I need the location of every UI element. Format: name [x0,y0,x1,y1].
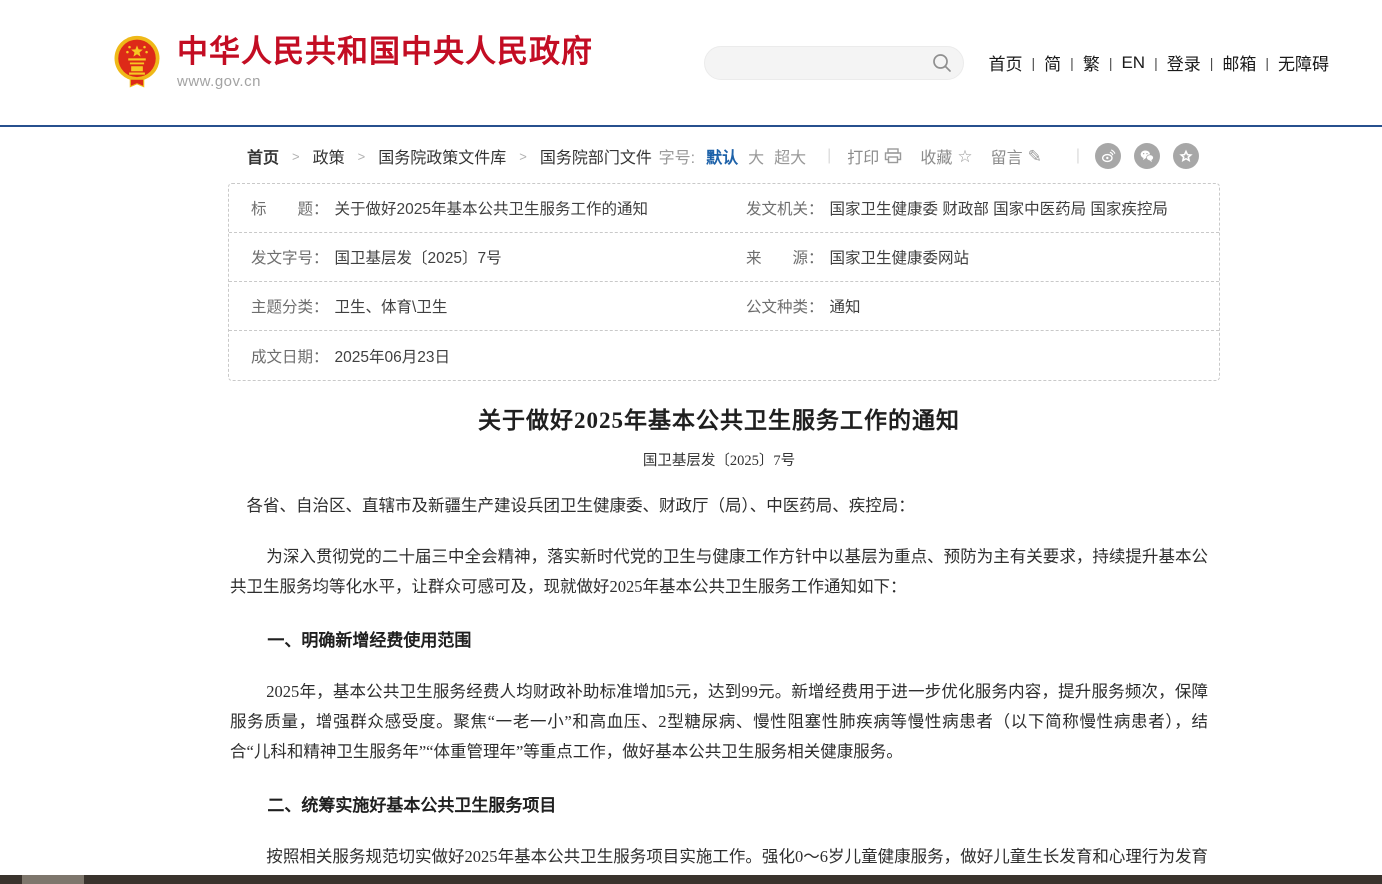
breadcrumb-separator: > [345,149,379,164]
meta-source-cell: 来 源： 国家卫生健康委网站 [724,233,1219,281]
meta-category-cell: 主题分类： 卫生、体育\卫生 [229,282,724,330]
bottom-bar-segment [22,875,84,884]
meta-row-number-source: 发文字号： 国卫基层发〔2025〕7号 来 源： 国家卫生健康委网站 [229,233,1219,282]
pencil-icon: ✎ [1028,148,1042,165]
breadcrumb: 首页 > 政策 > 国务院政策文件库 > 国务院部门文件 [247,144,652,168]
intro-paragraph: 为深入贯彻党的二十届三中全会精神，落实新时代党的卫生与健康工作方针中以基层为重点… [230,542,1208,602]
meta-row-title-agency: 标 题： 关于做好2025年基本公共卫生服务工作的通知 发文机关： 国家卫生健康… [229,184,1219,233]
meta-date-cell: 成文日期： 2025年06月23日 [229,331,724,380]
meta-title-label: 标 题： [251,197,329,219]
top-nav: 首页| 简| 繁| EN| 登录| 邮箱| 无障碍 [980,50,1338,75]
meta-empty-cell [724,331,1219,380]
meta-date-value: 2025年06月23日 [335,345,450,367]
breadcrumb-separator: > [506,149,540,164]
comment-label: 留言 [991,144,1023,168]
meta-row-category-type: 主题分类： 卫生、体育\卫生 公文种类： 通知 [229,282,1219,331]
toolbar-divider: | [1076,147,1080,165]
national-emblem-icon [112,35,162,90]
subbar: 首页 > 政策 > 国务院政策文件库 > 国务院部门文件 字号: 默认 大 超大… [247,142,1199,170]
meta-date-label: 成文日期： [251,345,329,367]
meta-type-cell: 公文种类： 通知 [724,282,1219,330]
toolbar-divider: | [827,147,831,165]
site-logo[interactable]: 中华人民共和国中央人民政府 www.gov.cn [112,35,593,90]
site-title: 中华人民共和国中央人民政府 [177,35,593,69]
brand-text: 中华人民共和国中央人民政府 www.gov.cn [177,35,593,89]
document-body: 各省、自治区、直辖市及新疆生产建设兵团卫生健康委、财政厅（局）、中医药局、疾控局… [230,491,1208,884]
meta-title-value: 关于做好2025年基本公共卫生服务工作的通知 [335,197,648,219]
nav-home[interactable]: 首页 [980,50,1032,75]
meta-source-value: 国家卫生健康委网站 [830,246,970,268]
salutation-paragraph: 各省、自治区、直辖市及新疆生产建设兵团卫生健康委、财政厅（局）、中医药局、疾控局… [230,491,1208,521]
nav-simplified[interactable]: 简 [1035,50,1070,75]
font-size-default[interactable]: 默认 [706,144,738,168]
meta-type-label: 公文种类： [746,295,824,317]
meta-number-label: 发文字号： [251,246,329,268]
search-box [704,46,964,80]
meta-category-value: 卫生、体育\卫生 [335,295,448,317]
site-header: 中华人民共和国中央人民政府 www.gov.cn 首页| 简| 繁| EN| 登… [0,0,1382,127]
wechat-share-icon[interactable] [1134,143,1160,169]
meta-agency-label: 发文机关： [746,197,824,219]
search-input[interactable] [704,46,964,80]
meta-source-label: 来 源： [746,246,824,268]
search-icon[interactable] [932,53,952,73]
favorite-label: 收藏 [920,144,952,168]
breadcrumb-policy[interactable]: 政策 [313,144,345,168]
print-label: 打印 [847,144,879,168]
meta-category-label: 主题分类： [251,295,329,317]
font-size-large[interactable]: 大 [748,144,764,168]
breadcrumb-separator: > [279,149,313,164]
breadcrumb-current: 国务院部门文件 [540,144,652,168]
page: 中华人民共和国中央人民政府 www.gov.cn 首页| 简| 繁| EN| 登… [0,0,1382,884]
meta-number-value: 国卫基层发〔2025〕7号 [335,246,502,268]
comment-button[interactable]: 留言 ✎ [991,144,1042,168]
meta-agency-value: 国家卫生健康委 财政部 国家中医药局 国家疾控局 [830,197,1168,219]
section-heading-1: 一、明确新增经费使用范围 [230,626,1208,656]
weibo-share-icon[interactable] [1095,143,1121,169]
printer-icon [884,148,902,164]
qzone-share-icon[interactable] [1173,143,1199,169]
meta-row-date: 成文日期： 2025年06月23日 [229,331,1219,380]
bottom-bar [0,875,1382,884]
font-size-label: 字号: [659,144,695,168]
breadcrumb-home[interactable]: 首页 [247,144,279,168]
document-meta-table: 标 题： 关于做好2025年基本公共卫生服务工作的通知 发文机关： 国家卫生健康… [228,183,1220,381]
nav-mail[interactable]: 邮箱 [1213,50,1265,75]
site-url: www.gov.cn [177,73,593,90]
meta-type-value: 通知 [830,295,861,317]
document-title: 关于做好2025年基本公共卫生服务工作的通知 [230,401,1208,435]
article: 关于做好2025年基本公共卫生服务工作的通知 国卫基层发〔2025〕7号 各省、… [230,379,1208,884]
section-1-paragraph: 2025年，基本公共卫生服务经费人均财政补助标准增加5元，达到99元。新增经费用… [230,677,1208,767]
nav-login[interactable]: 登录 [1158,50,1210,75]
page-tools: 字号: 默认 大 超大 | 打印 收藏 ☆ 留言 ✎ | [659,143,1199,169]
share-icons [1082,143,1199,169]
document-number: 国卫基层发〔2025〕7号 [230,449,1208,470]
favorite-button[interactable]: 收藏 ☆ [920,144,972,168]
section-heading-2: 二、统筹实施好基本公共卫生服务项目 [230,791,1208,821]
star-icon: ☆ [957,148,972,165]
font-size-xlarge[interactable]: 超大 [774,144,806,168]
meta-title-cell: 标 题： 关于做好2025年基本公共卫生服务工作的通知 [229,184,724,232]
nav-accessibility[interactable]: 无障碍 [1269,50,1338,75]
print-button[interactable]: 打印 [847,144,902,168]
nav-traditional[interactable]: 繁 [1074,50,1109,75]
meta-number-cell: 发文字号： 国卫基层发〔2025〕7号 [229,233,724,281]
nav-english[interactable]: EN [1112,53,1154,73]
meta-agency-cell: 发文机关： 国家卫生健康委 财政部 国家中医药局 国家疾控局 [724,184,1219,232]
breadcrumb-policy-library[interactable]: 国务院政策文件库 [378,144,506,168]
